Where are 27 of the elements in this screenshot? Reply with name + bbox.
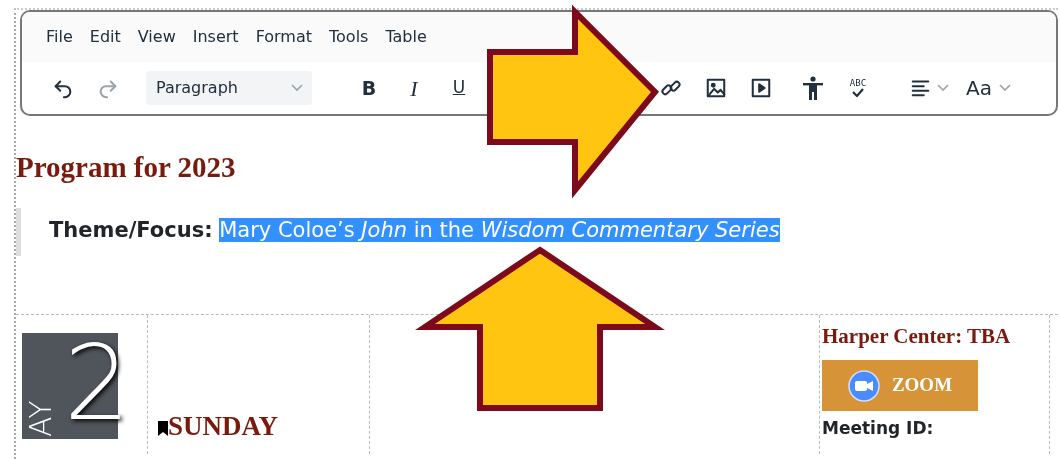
day-heading: SUNDAY bbox=[168, 412, 279, 440]
meeting-id-label: Meeting ID: bbox=[822, 419, 935, 438]
bold-button[interactable]: B bbox=[352, 71, 386, 105]
chevron-icon bbox=[997, 83, 1012, 93]
video-camera-icon bbox=[847, 369, 880, 402]
menu-item[interactable]: View bbox=[137, 25, 187, 49]
check-icon bbox=[851, 88, 865, 97]
menu-item[interactable]: Table bbox=[385, 25, 438, 49]
menu-item[interactable]: Edit bbox=[89, 25, 132, 49]
chevron-icon bbox=[936, 83, 950, 93]
font-dropdown[interactable]: Aa bbox=[966, 71, 1020, 105]
underline-button[interactable]: U bbox=[442, 71, 476, 105]
person-icon bbox=[802, 76, 824, 100]
location-heading: Harper Center: TBA bbox=[822, 322, 1012, 350]
menu-item[interactable]: Insert bbox=[192, 25, 250, 49]
bookmark-icon bbox=[158, 420, 168, 436]
image-icon bbox=[705, 77, 727, 99]
menu-item[interactable]: File bbox=[46, 25, 84, 49]
menu-item[interactable]: Tools bbox=[329, 25, 380, 49]
heading: Program for 2023 bbox=[16, 150, 237, 185]
play-icon bbox=[750, 77, 772, 99]
theme-text: Theme/Focus: Mary Coloe’s John in the Wisdom Commentary Series bbox=[49, 217, 780, 242]
chevron-icon bbox=[290, 83, 304, 93]
italic-button[interactable]: I bbox=[397, 71, 431, 105]
spellcheck-button[interactable]: ABC bbox=[841, 71, 875, 105]
menu-item[interactable]: Format bbox=[255, 25, 323, 49]
block-format-dropdown[interactable]: Paragraph bbox=[146, 71, 312, 105]
